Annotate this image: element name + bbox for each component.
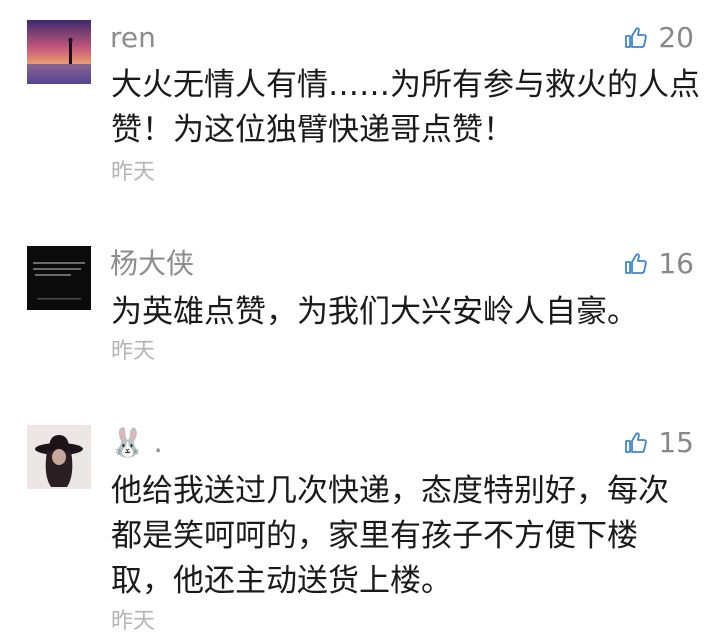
avatar[interactable] bbox=[27, 425, 91, 489]
avatar[interactable] bbox=[27, 20, 91, 84]
like-button[interactable]: 15 bbox=[624, 426, 694, 460]
username[interactable]: 🐰 . bbox=[110, 426, 163, 460]
comment-text-line: 为英雄点赞，为我们大兴安岭人自豪。 bbox=[111, 294, 638, 330]
comment-text-line: 都是笑呵呵的，家里有孩子不方便下楼 bbox=[111, 518, 638, 554]
avatar[interactable] bbox=[27, 246, 91, 310]
comment-text-line: 大火无情人有情……为所有参与救火的人点 bbox=[111, 67, 700, 103]
woman-with-hat-avatar-icon bbox=[27, 425, 91, 489]
thumbs-up-icon bbox=[625, 432, 648, 453]
like-count: 15 bbox=[658, 426, 694, 459]
thumbs-up-icon bbox=[625, 27, 648, 48]
comment-item: ren 20 大火无情人有情……为所有参与救火的人点 赞！为这位独臂快递哥点赞！… bbox=[0, 0, 720, 200]
sunset-silhouette-avatar-icon bbox=[27, 20, 91, 84]
username[interactable]: 杨大侠 bbox=[110, 247, 194, 281]
like-count: 16 bbox=[658, 247, 694, 280]
like-button[interactable]: 16 bbox=[624, 247, 694, 281]
comment-text-line: 他给我送过几次快递，态度特别好，每次 bbox=[111, 473, 669, 509]
comment-text-line: 取，他还主动送货上楼。 bbox=[111, 563, 452, 599]
comment-timestamp: 昨天 bbox=[111, 339, 156, 364]
comment-timestamp: 昨天 bbox=[111, 609, 156, 634]
comment-timestamp: 昨天 bbox=[111, 160, 156, 185]
dark-text-avatar-icon bbox=[27, 246, 91, 310]
like-count: 20 bbox=[658, 21, 694, 54]
thumbs-up-icon bbox=[625, 253, 648, 274]
like-button[interactable]: 20 bbox=[624, 21, 694, 55]
comment-text-line: 赞！为这位独臂快递哥点赞！ bbox=[111, 112, 514, 148]
username[interactable]: ren bbox=[110, 21, 156, 55]
